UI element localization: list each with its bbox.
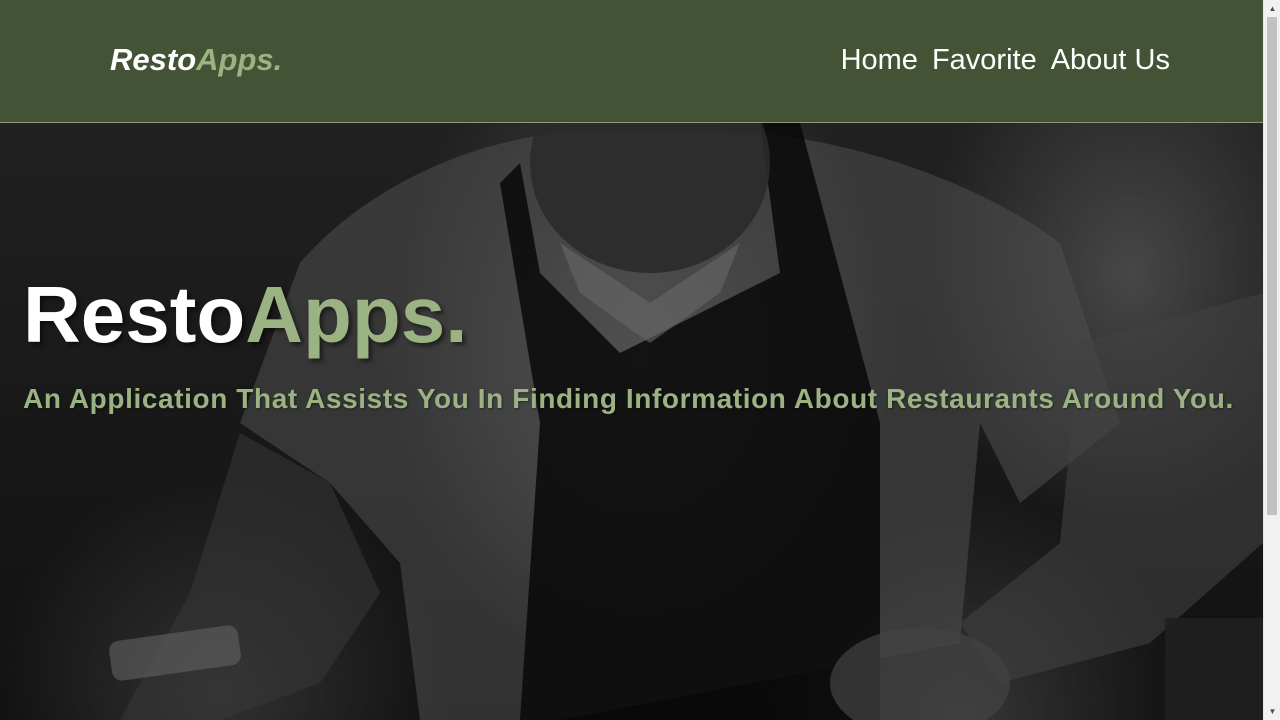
page: RestoApps. Home Favorite About Us RestoA…: [0, 0, 1263, 720]
brand-logo[interactable]: RestoApps.: [110, 41, 282, 79]
hero-title-accent: Apps.: [245, 270, 468, 359]
vertical-scrollbar[interactable]: ▲ ▼: [1263, 0, 1280, 720]
hero-section: RestoApps. An Application That Assists Y…: [0, 123, 1263, 720]
hero-subtitle: An Application That Assists You In Findi…: [23, 383, 1234, 414]
logo-main-text: Resto: [110, 42, 197, 77]
scroll-down-arrow-icon[interactable]: ▼: [1264, 703, 1280, 720]
hero-title-main: Resto: [23, 270, 246, 359]
hero-dark-overlay: [0, 123, 1263, 720]
app-header: RestoApps. Home Favorite About Us: [0, 0, 1263, 123]
main-nav: Home Favorite About Us: [841, 41, 1170, 79]
scroll-up-arrow-icon[interactable]: ▲: [1264, 0, 1280, 17]
nav-link-favorite[interactable]: Favorite: [932, 41, 1037, 79]
nav-link-home[interactable]: Home: [841, 41, 918, 79]
hero-title: RestoApps.: [23, 270, 468, 360]
scrollbar-thumb[interactable]: [1267, 17, 1277, 515]
logo-accent-text: Apps.: [196, 42, 283, 77]
nav-link-about-us[interactable]: About Us: [1051, 41, 1170, 79]
